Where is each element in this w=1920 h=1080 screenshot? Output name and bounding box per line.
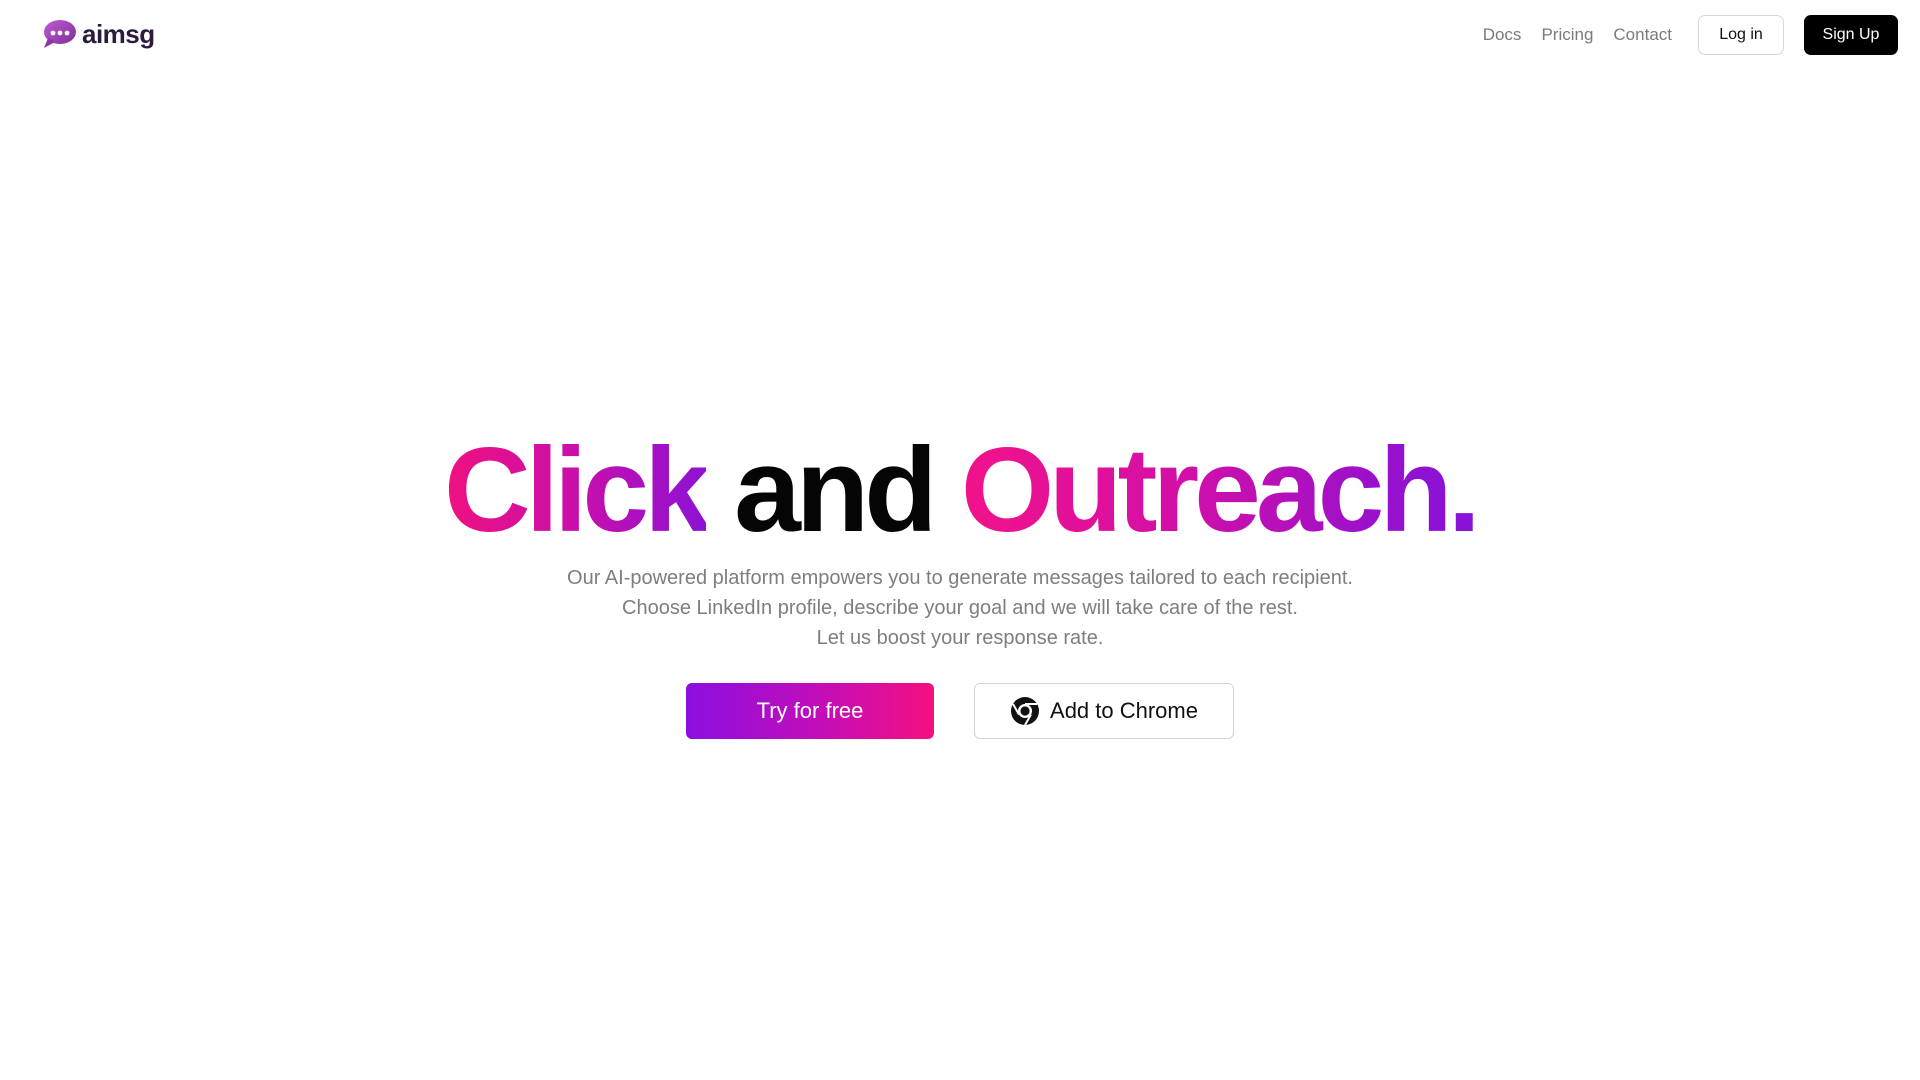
hero-title-word-outreach: Outreach xyxy=(960,423,1453,557)
hero-title: Click and Outreach. xyxy=(0,420,1920,560)
brand-name: aimsg xyxy=(82,18,155,49)
add-to-chrome-button[interactable]: Add to Chrome xyxy=(974,683,1234,739)
chat-bubble-logo-icon xyxy=(44,20,76,48)
hero-subtitle-line-2: Choose LinkedIn profile, describe your g… xyxy=(622,597,1298,619)
chrome-icon xyxy=(1011,697,1040,726)
hero-subtitle-line-3: Let us boost your response rate. xyxy=(816,627,1104,649)
signup-button[interactable]: Sign Up xyxy=(1804,15,1898,55)
hero-subtitle-line-1: Our AI-powered platform empowers you to … xyxy=(567,567,1353,589)
login-button[interactable]: Log in xyxy=(1698,15,1784,55)
nav-link-contact[interactable]: Contact xyxy=(1613,25,1672,45)
top-header: aimsg Docs Pricing Contact Log in Sign U… xyxy=(0,0,1920,70)
nav-link-pricing[interactable]: Pricing xyxy=(1541,25,1593,45)
hero-title-period: . xyxy=(1447,423,1481,557)
brand-logo[interactable]: aimsg xyxy=(40,18,155,50)
hero-title-word-and: and xyxy=(734,423,937,557)
hero-subtitle: Our AI-powered platform empowers you to … xyxy=(0,563,1920,653)
nav-link-docs[interactable]: Docs xyxy=(1483,25,1522,45)
landing-page: aimsg Docs Pricing Contact Log in Sign U… xyxy=(0,0,1920,1080)
hero-title-word-click: Click xyxy=(443,423,711,557)
top-nav: Docs Pricing Contact Log in Sign Up xyxy=(1483,15,1898,55)
cta-row: Try for free Add to Chrome xyxy=(0,683,1920,739)
add-to-chrome-label: Add to Chrome xyxy=(1050,698,1198,723)
try-for-free-button[interactable]: Try for free xyxy=(686,683,934,739)
